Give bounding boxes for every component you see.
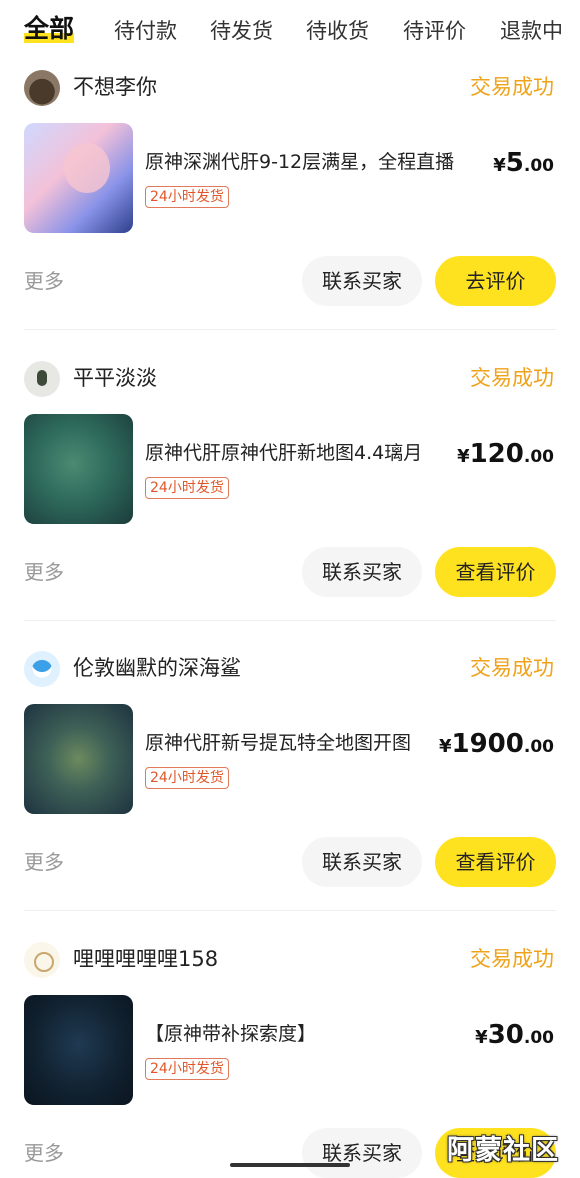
- product-title[interactable]: 原神代肝原神代肝新地图4.4璃月: [145, 438, 465, 468]
- order-card[interactable]: 哩哩哩哩哩158 交易成功 【原神带补探索度】 24小时发货 ¥30.00 更多…: [0, 872, 580, 1178]
- order-card[interactable]: 伦敦幽默的深海鲨 交易成功 原神代肝新号提瓦特全地图开图 24小时发货 ¥190…: [0, 581, 580, 911]
- order-card[interactable]: 不想李你 交易成功 原神深渊代肝9-12层满星，全程直播 24小时发货 ¥5.0…: [0, 0, 580, 330]
- order-status: 交易成功: [470, 366, 554, 390]
- shipping-tag: 24小时发货: [145, 1058, 229, 1080]
- currency-symbol: ¥: [475, 1027, 488, 1048]
- order-status: 交易成功: [470, 947, 554, 971]
- price-decimal: .00: [523, 447, 554, 467]
- order-status: 交易成功: [470, 75, 554, 99]
- order-price: ¥1900.00: [439, 726, 554, 765]
- currency-symbol: ¥: [493, 155, 506, 176]
- buyer-name[interactable]: 伦敦幽默的深海鲨: [73, 653, 241, 683]
- contact-buyer-button[interactable]: 联系买家: [302, 1128, 422, 1178]
- price-integer: 1900: [451, 729, 524, 759]
- order-price: ¥5.00: [493, 145, 554, 184]
- avatar[interactable]: [24, 70, 60, 106]
- order-card[interactable]: 平平淡淡 交易成功 原神代肝原神代肝新地图4.4璃月 24小时发货 ¥120.0…: [0, 291, 580, 621]
- order-price: ¥120.00: [457, 436, 554, 475]
- price-integer: 5: [505, 148, 524, 178]
- product-thumbnail[interactable]: [24, 704, 133, 814]
- avatar[interactable]: [24, 942, 60, 978]
- shipping-tag: 24小时发货: [145, 477, 229, 499]
- buyer-name[interactable]: 平平淡淡: [73, 363, 157, 393]
- product-thumbnail[interactable]: [24, 995, 133, 1105]
- more-button[interactable]: 更多: [24, 1138, 64, 1168]
- order-status: 交易成功: [470, 656, 554, 680]
- product-title[interactable]: 原神深渊代肝9-12层满星，全程直播: [145, 147, 465, 177]
- currency-symbol: ¥: [438, 736, 452, 757]
- avatar[interactable]: [24, 651, 60, 687]
- product-title[interactable]: 【原神带补探索度】: [145, 1019, 465, 1049]
- home-indicator[interactable]: [230, 1163, 350, 1167]
- product-title[interactable]: 原神代肝新号提瓦特全地图开图: [145, 728, 465, 758]
- buyer-name[interactable]: 哩哩哩哩哩158: [73, 944, 218, 974]
- buyer-name[interactable]: 不想李你: [73, 72, 157, 102]
- avatar[interactable]: [24, 361, 60, 397]
- order-price: ¥30.00: [475, 1017, 554, 1056]
- shipping-tag: 24小时发货: [145, 767, 229, 789]
- product-thumbnail[interactable]: [24, 414, 133, 524]
- watermark: 阿蒙社区: [447, 1135, 559, 1166]
- price-decimal: .00: [523, 1028, 554, 1048]
- shipping-tag: 24小时发货: [145, 186, 229, 208]
- currency-symbol: ¥: [457, 446, 470, 467]
- price-decimal: .00: [523, 737, 554, 757]
- product-thumbnail[interactable]: [24, 123, 133, 233]
- price-integer: 120: [469, 439, 524, 469]
- price-decimal: .00: [523, 156, 554, 176]
- price-integer: 30: [487, 1020, 524, 1050]
